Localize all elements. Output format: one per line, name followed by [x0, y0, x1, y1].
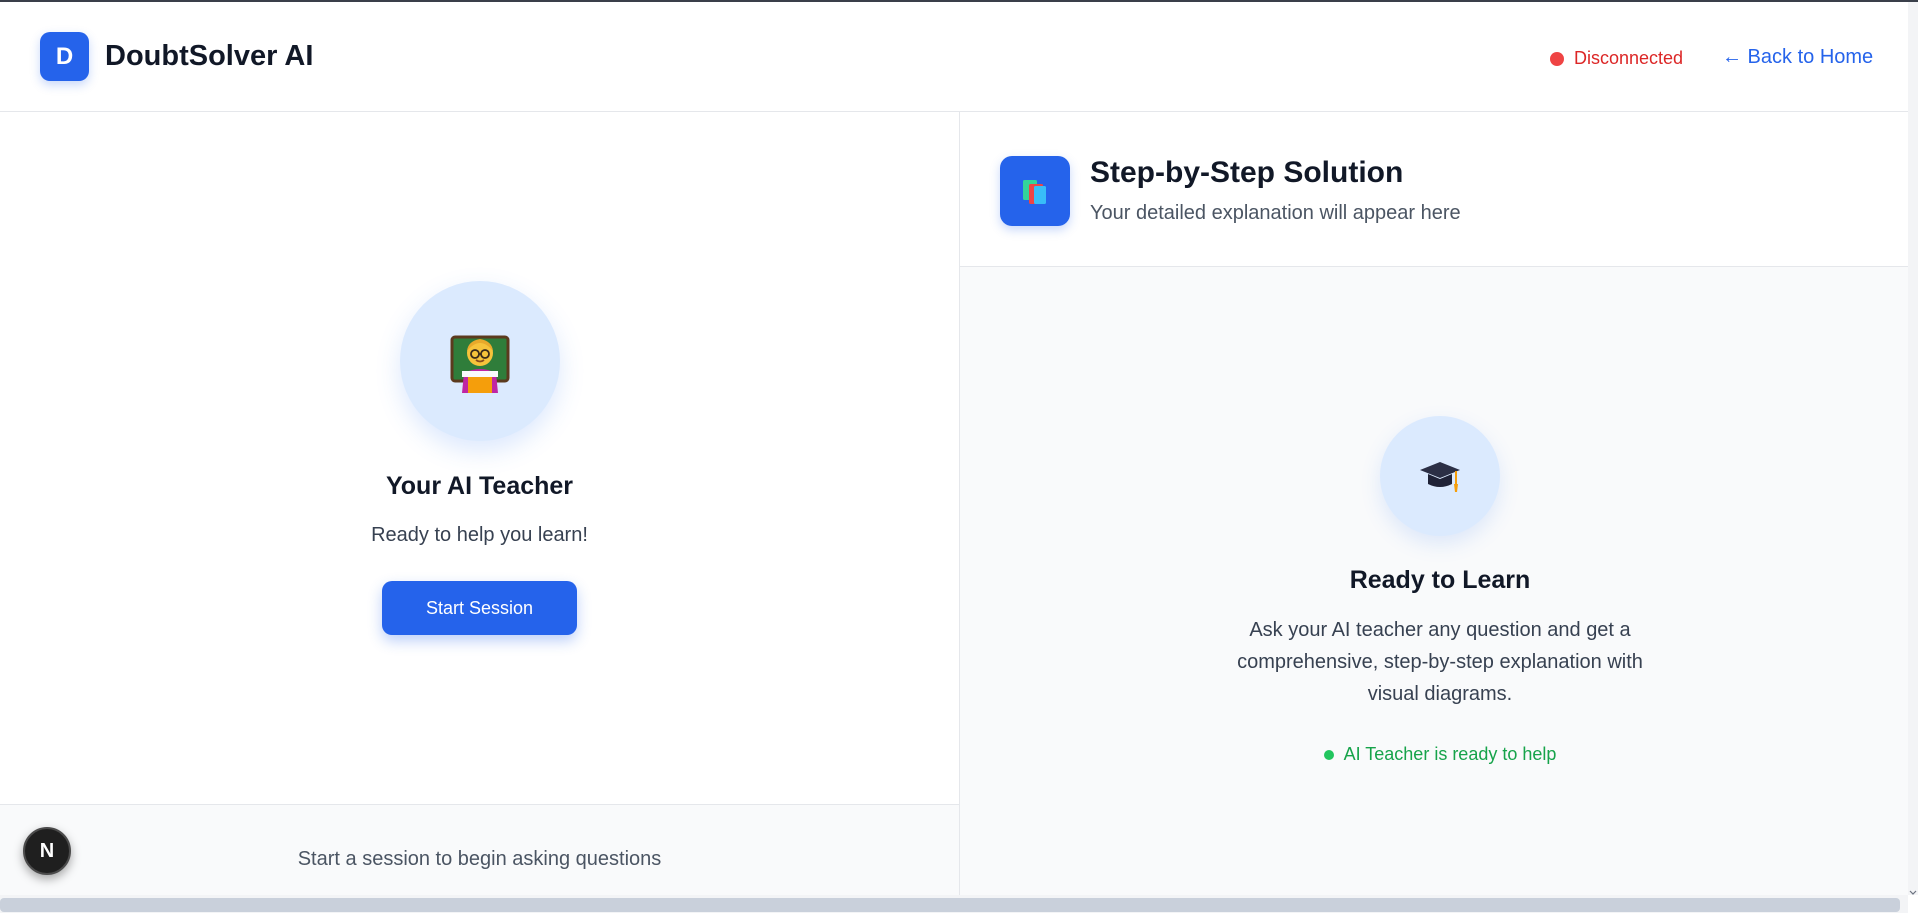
- logo-badge[interactable]: D: [40, 32, 89, 81]
- solution-panel: Step-by-Step Solution Your detailed expl…: [960, 112, 1908, 895]
- teacher-emoji-icon: [450, 335, 510, 393]
- back-to-home-link[interactable]: ← Back to Home: [1722, 46, 1873, 69]
- ready-description: Ask your AI teacher any question and get…: [1237, 619, 1643, 705]
- start-session-button[interactable]: Start Session: [382, 581, 577, 635]
- status-dot-icon: [1550, 51, 1564, 66]
- horizontal-scrollbar-thumb[interactable]: [0, 898, 1900, 912]
- graduation-cap-badge: [1380, 416, 1500, 536]
- ready-status: AI Teacher is ready to help: [960, 744, 1908, 765]
- scroll-down-arrow-icon[interactable]: [1908, 890, 1918, 896]
- question-footer: Start a session to begin asking question…: [0, 804, 959, 895]
- graduation-cap-icon: [1420, 462, 1460, 492]
- horizontal-scrollbar[interactable]: [0, 895, 1908, 913]
- solution-icon-badge: [1000, 156, 1070, 226]
- books-icon: [1023, 180, 1046, 204]
- teacher-panel: Your AI Teacher Ready to help you learn!…: [0, 112, 959, 895]
- solution-header: Step-by-Step Solution Your detailed expl…: [960, 112, 1908, 267]
- ready-status-text: AI Teacher is ready to help: [1343, 744, 1557, 764]
- teacher-title: Your AI Teacher: [385, 472, 574, 500]
- vertical-scrollbar[interactable]: [1908, 2, 1918, 895]
- app-viewport: D DoubtSolver AI Disconnected ← Back to …: [0, 2, 1908, 895]
- teacher-subtitle: Ready to help you learn!: [371, 524, 588, 546]
- solution-title: Step-by-Step Solution: [1090, 156, 1404, 189]
- status-text: Disconnected: [1574, 48, 1684, 68]
- ready-dot-icon: [1323, 749, 1334, 760]
- footer-hint-text: Start a session to begin asking question…: [297, 848, 662, 870]
- solution-subtitle: Your detailed explanation will appear he…: [1090, 202, 1461, 224]
- ready-title: Ready to Learn: [1349, 566, 1531, 594]
- teacher-avatar: [400, 281, 560, 441]
- connection-status: Disconnected: [1550, 48, 1683, 69]
- app-title: DoubtSolver AI: [105, 40, 314, 72]
- app-header: D DoubtSolver AI Disconnected ← Back to …: [0, 2, 1908, 112]
- nextjs-dev-badge[interactable]: N: [23, 827, 71, 875]
